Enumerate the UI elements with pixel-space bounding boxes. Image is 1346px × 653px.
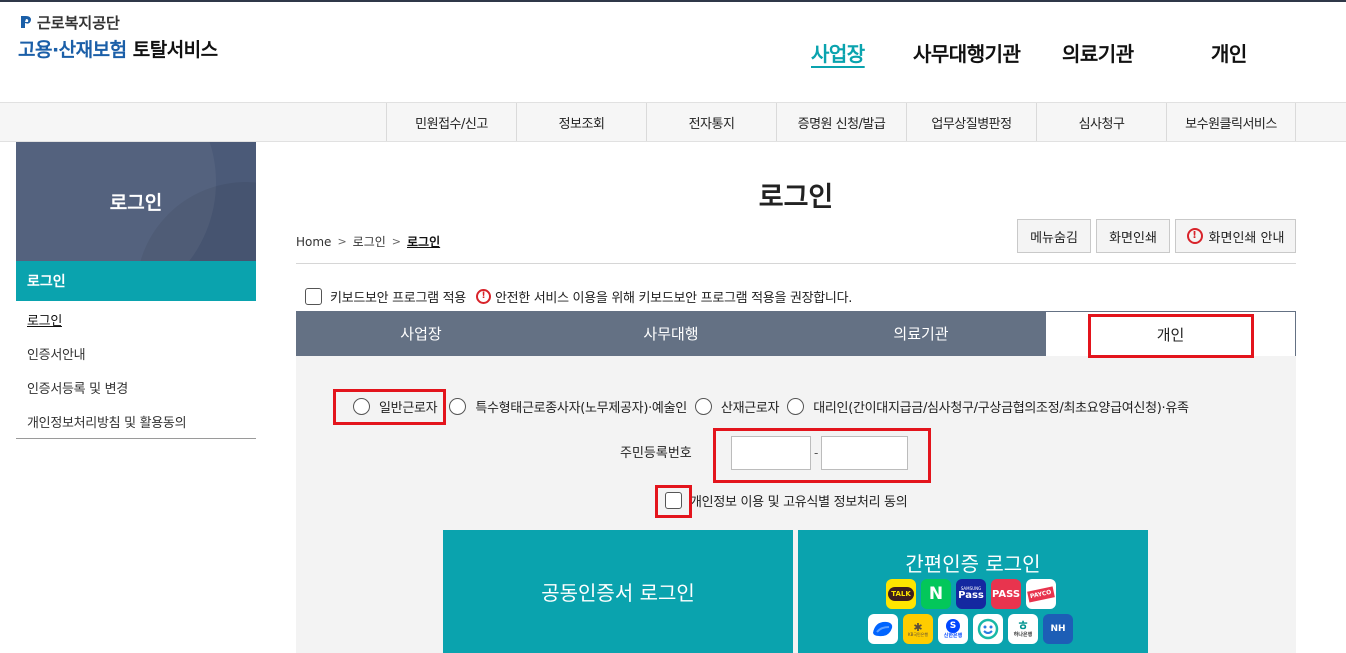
print-button[interactable]: 화면인쇄 <box>1096 219 1170 253</box>
keyboard-security-label: 키보드보안 프로그램 적용 <box>330 291 466 306</box>
subnav-review-request[interactable]: 심사청구 <box>1036 103 1166 141</box>
breadcrumb-current[interactable]: 로그인 <box>407 233 440 250</box>
logo-agency-text: 근로복지공단 <box>37 13 120 32</box>
chevron-right-icon: > <box>337 235 347 248</box>
lnb-link-login[interactable]: 로그인 <box>27 310 62 329</box>
privacy-agree-label: 개인정보 이용 및 고유식별 정보처리 동의 <box>690 495 908 510</box>
subnav-certificate[interactable]: 증명원 신청/발급 <box>776 103 906 141</box>
radio-label: 일반근로자 <box>379 401 438 416</box>
rrn-back-input[interactable] <box>821 436 908 470</box>
lnb-link-cert-register[interactable]: 인증서등록 및 변경 <box>27 378 128 397</box>
radio-general-worker[interactable]: 일반근로자 <box>353 397 438 416</box>
smile-logo-icon <box>977 618 999 640</box>
subnav-info-lookup[interactable]: 정보조회 <box>516 103 646 141</box>
rrn-label: 주민등록번호 <box>620 446 692 461</box>
lnb-list: 로그인 인증서안내 인증서등록 및 변경 개인정보처리방침 및 활용동의 <box>16 301 256 439</box>
breadcrumb: Home > 로그인 > 로그인 <box>296 233 440 250</box>
shinhan-logo-icon: S <box>946 619 960 633</box>
kb-star-icon: ✱ <box>913 620 923 634</box>
keyboard-security-row: 키보드보안 프로그램 적용 ! 안전한 서비스 이용을 위해 키보드보안 프로그… <box>305 287 852 306</box>
payco-icon[interactable]: PAYCO <box>1026 579 1056 609</box>
subnav-disease-judgment[interactable]: 업무상질병판정 <box>906 103 1036 141</box>
subnav-civil-petition[interactable]: 민원접수/신고 <box>386 103 516 141</box>
privacy-agree-checkbox[interactable] <box>665 492 682 509</box>
lnb-title: 로그인 <box>109 192 163 214</box>
radio-agent-family[interactable]: 대리인(간이대지급금/심사청구/구상금협의조정/최초요양급여신청)·유족 <box>787 397 1189 416</box>
radio-button[interactable] <box>787 398 805 415</box>
user-type-radio-group: 일반근로자 특수형태근로종사자(노무제공자)·예술인 산재근로자 대리인(간이대… <box>353 397 1197 416</box>
lnb-link-cert-guide[interactable]: 인증서안내 <box>27 344 86 363</box>
gnb-agency[interactable]: 사무대행기관 <box>913 38 1021 67</box>
login-type-tabs: 사업장 사무대행 의료기관 개인 <box>296 311 1296 356</box>
nh-bank-icon[interactable]: NH <box>1043 614 1073 644</box>
print-guide-label: 화면인쇄 안내 <box>1208 230 1285 246</box>
kb-bank-text: KB국민은행 <box>907 631 929 637</box>
exclamation-icon: ! <box>475 289 491 304</box>
radio-label: 대리인(간이대지급금/심사청구/구상금협의조정/최초요양급여신청)·유족 <box>813 401 1189 416</box>
radio-label: 산재근로자 <box>720 401 780 416</box>
naver-icon[interactable]: N <box>921 579 951 609</box>
lnb-header: 로그인 <box>16 142 256 261</box>
exclamation-icon: ! <box>1186 228 1203 244</box>
subnav-e-notice[interactable]: 전자통지 <box>646 103 776 141</box>
logo-agency: 근로복지공단 <box>18 12 218 32</box>
hana-bank-text: 하나은행 <box>1013 632 1033 638</box>
hide-menu-button[interactable]: 메뉴숨김 <box>1017 219 1091 253</box>
subnav-wage-one-click[interactable]: 보수원클릭서비스 <box>1166 103 1296 141</box>
shinhan-bank-text: 신한은행 <box>943 633 963 639</box>
top-border-line <box>0 0 1346 2</box>
radio-button[interactable] <box>353 398 370 415</box>
privacy-agree-row: 개인정보 이용 및 고유식별 정보처리 동의 <box>665 491 908 510</box>
keyboard-security-notice: 안전한 서비스 이용을 위해 키보드보안 프로그램 적용을 권장합니다. <box>494 291 853 306</box>
print-label: 화면인쇄 <box>1109 230 1157 246</box>
agency-logo-icon <box>21 16 31 28</box>
hana-bank-icon[interactable]: ㅎ 하나은행 <box>1008 614 1038 644</box>
hide-menu-label: 메뉴숨김 <box>1030 230 1078 246</box>
shinhan-bank-icon[interactable]: S 신한은행 <box>938 614 968 644</box>
joint-cert-login-button[interactable]: 공동인증서 로그인 <box>443 530 793 653</box>
radio-injured-worker[interactable]: 산재근로자 <box>694 397 780 416</box>
breadcrumb-item[interactable]: 로그인 <box>353 233 386 250</box>
radio-special-worker[interactable]: 특수형태근로종사자(노무제공자)·예술인 <box>449 397 687 416</box>
gnb-personal[interactable]: 개인 <box>1211 38 1247 67</box>
simple-auth-label: 간편인증 로그인 <box>905 552 1041 576</box>
keyboard-security-checkbox[interactable] <box>305 288 322 305</box>
kakao-text: TALK <box>888 587 914 601</box>
gnb-medical[interactable]: 의료기관 <box>1062 38 1134 67</box>
rrn-dash: - <box>814 446 819 460</box>
samsung-pass-icon[interactable]: SAMSUNG Pass <box>956 579 986 609</box>
tab-agency[interactable]: 사무대행 <box>546 311 796 356</box>
simple-auth-login-button[interactable]: 간편인증 로그인 TALK N SAMSUNG Pass PASS PAYCO … <box>798 530 1148 653</box>
payco-text: PAYCO <box>1027 585 1055 603</box>
lnb-link-privacy-policy[interactable]: 개인정보처리방침 및 활용동의 <box>27 412 187 431</box>
breadcrumb-home[interactable]: Home <box>296 235 331 249</box>
sub-nav: 민원접수/신고 정보조회 전자통지 증명원 신청/발급 업무상질병판정 심사청구… <box>0 102 1346 142</box>
page-title: 로그인 <box>758 182 834 213</box>
lnb-active-section[interactable]: 로그인 <box>16 261 256 301</box>
tab-personal[interactable]: 개인 <box>1046 311 1296 356</box>
chevron-right-icon: > <box>391 235 401 248</box>
rrn-front-input[interactable] <box>731 436 811 470</box>
toss-logo-icon <box>873 621 893 637</box>
radio-label: 특수형태근로종사자(노무제공자)·예술인 <box>475 401 687 416</box>
toss-icon[interactable] <box>868 614 898 644</box>
radio-button[interactable] <box>694 398 712 415</box>
print-guide-button[interactable]: ! 화면인쇄 안내 <box>1175 219 1296 253</box>
woori-auth-icon[interactable] <box>973 614 1003 644</box>
samsung-pass-text: Pass <box>958 590 984 601</box>
radio-button[interactable] <box>449 398 467 415</box>
tab-workplace[interactable]: 사업장 <box>296 311 546 356</box>
kb-bank-icon[interactable]: ✱ KB국민은행 <box>903 614 933 644</box>
tab-medical[interactable]: 의료기관 <box>796 311 1046 356</box>
global-nav: 사업장 사무대행기관 의료기관 개인 <box>0 38 1346 70</box>
pass-icon[interactable]: PASS <box>991 579 1021 609</box>
gnb-workplace[interactable]: 사업장 <box>811 38 865 67</box>
kakao-icon[interactable]: TALK <box>886 579 916 609</box>
content-divider <box>296 263 1296 264</box>
